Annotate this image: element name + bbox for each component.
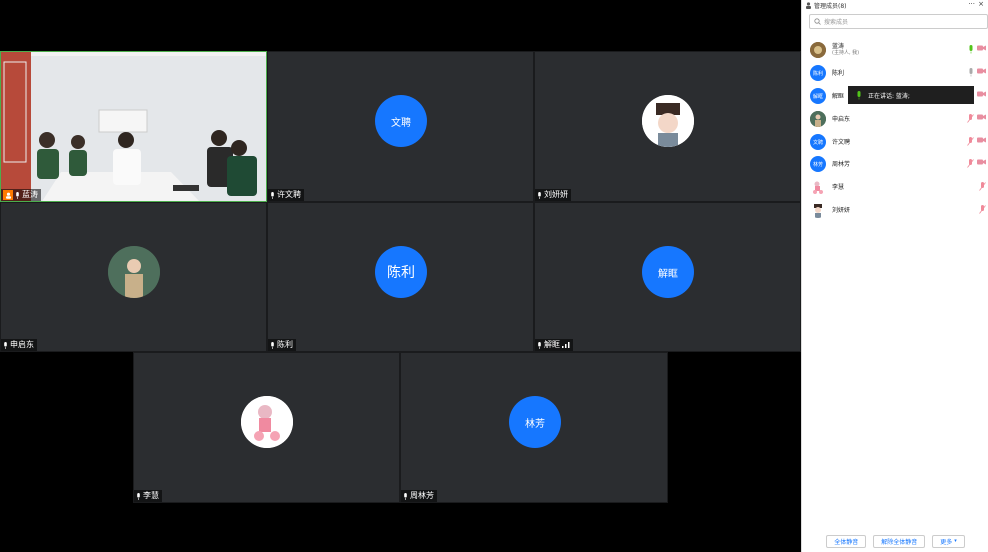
more-button[interactable]: 更多 ▾ (932, 534, 965, 548)
tile-name-tag: 许文聘 (268, 189, 304, 201)
meeting-window: 蓝涛 文聘 许文聘 刘妍妍 申启东 陈利 陈利 解眶 解眶 李慧 林芳 周林芳 … (0, 0, 988, 552)
avatar: 林芳 (509, 396, 561, 448)
mic-icon[interactable] (968, 68, 974, 77)
member-avatar (810, 179, 826, 195)
mic-speaking-icon (857, 90, 861, 99)
member-avatar (810, 202, 826, 218)
member-avatar: 文聘 (810, 134, 826, 150)
tile-name: 周林芳 (410, 491, 434, 500)
member-item[interactable]: 林芳 周林芳 (810, 155, 986, 173)
video-tile[interactable]: 李慧 (133, 352, 400, 503)
member-avatar: 陈利 (810, 65, 826, 81)
tile-name-tag: 解眶 (535, 339, 573, 351)
member-name: 许文聘 (832, 138, 851, 146)
tile-name: 申启东 (10, 340, 34, 349)
member-name: 陈利 (832, 69, 845, 77)
member-role: (主持人, 我) (832, 50, 860, 56)
mic-icon (271, 191, 274, 199)
mic-muted-icon[interactable] (979, 205, 986, 214)
member-name: 解眶 (832, 92, 845, 100)
search-input[interactable]: 搜索成员 (809, 14, 988, 29)
person-icon (806, 1, 811, 9)
mic-icon (404, 492, 407, 500)
avatar (642, 95, 694, 147)
mic-icon (271, 341, 274, 349)
tile-name-tag: 陈利 (268, 339, 296, 351)
mic-icon (4, 341, 7, 349)
mic-icon (538, 341, 541, 349)
tile-name-tag: 蓝涛 (1, 189, 41, 201)
mic-icon (538, 191, 541, 199)
member-item[interactable]: 文聘 许文聘 (810, 133, 986, 151)
avatar (241, 396, 293, 448)
camera-icon[interactable] (977, 137, 986, 143)
chevron-down-icon: ▾ (954, 538, 957, 544)
video-tile[interactable]: 陈利 陈利 (267, 202, 534, 352)
camera-feed (1, 52, 266, 201)
tile-name-tag: 申启东 (1, 339, 37, 351)
camera-icon[interactable] (977, 68, 986, 74)
signal-icon (562, 342, 570, 348)
video-tile[interactable]: 解眶 解眶 (534, 202, 801, 352)
member-avatar (810, 42, 826, 58)
mute-all-button[interactable]: 全体静音 (826, 534, 867, 548)
tile-name-tag: 刘妍妍 (535, 189, 571, 201)
tile-name: 许文聘 (277, 190, 301, 199)
camera-icon[interactable] (977, 114, 986, 120)
member-avatar (810, 111, 826, 127)
member-name: 蓝涛 (832, 43, 845, 50)
search-placeholder: 搜索成员 (824, 19, 849, 26)
member-item[interactable]: 陈利 陈利 (810, 64, 986, 82)
camera-icon[interactable] (977, 91, 986, 97)
video-grid: 蓝涛 文聘 许文聘 刘妍妍 申启东 陈利 陈利 解眶 解眶 李慧 林芳 周林芳 (0, 0, 801, 552)
avatar: 文聘 (375, 95, 427, 147)
mic-muted-icon[interactable] (967, 137, 974, 146)
more-label: 更多 (940, 538, 953, 546)
member-name: 刘妍妍 (832, 206, 851, 214)
member-name: 周林芳 (832, 160, 851, 168)
tile-name: 刘妍妍 (544, 190, 568, 199)
member-item[interactable]: 李慧 (810, 178, 986, 196)
host-icon (3, 190, 13, 200)
video-tile[interactable]: 文聘 许文聘 (267, 51, 534, 202)
panel-header: 管理成员(8) ··· × (802, 0, 988, 10)
speaking-text: 正在讲话: 蓝涛; (868, 92, 910, 100)
avatar (108, 246, 160, 298)
member-panel: 管理成员(8) ··· × 搜索成员 蓝涛 (主持人, 我) 陈利 陈利 解眶 解… (801, 0, 988, 552)
search-icon (814, 18, 821, 25)
mic-icon (137, 492, 140, 500)
video-tile[interactable]: 林芳 周林芳 (400, 352, 668, 503)
tile-name-tag: 周林芳 (401, 490, 437, 502)
close-icon[interactable]: × (978, 0, 984, 9)
video-tile-host[interactable]: 蓝涛 (0, 51, 267, 202)
speaking-tooltip: 正在讲话: 蓝涛; (848, 86, 974, 104)
panel-footer: 全体静音 解除全体静音 更多 ▾ (802, 530, 988, 552)
tile-name: 李慧 (143, 491, 159, 500)
tile-name: 陈利 (277, 340, 293, 349)
camera-icon[interactable] (977, 45, 986, 51)
unmute-all-button[interactable]: 解除全体静音 (873, 534, 926, 548)
tile-name: 蓝涛 (22, 190, 38, 199)
video-tile[interactable]: 申启东 (0, 202, 267, 352)
more-options-icon[interactable]: ··· (968, 0, 975, 9)
mic-muted-icon[interactable] (967, 159, 974, 168)
member-item[interactable]: 申启东 (810, 110, 986, 128)
mic-icon (16, 191, 19, 199)
tile-name: 解眶 (544, 340, 560, 349)
avatar: 陈利 (375, 246, 427, 298)
tile-name-tag: 李慧 (134, 490, 162, 502)
member-avatar: 林芳 (810, 156, 826, 172)
mic-on-icon[interactable] (968, 45, 974, 54)
mic-muted-icon[interactable] (967, 114, 974, 123)
avatar: 解眶 (642, 246, 694, 298)
mic-muted-icon[interactable] (979, 182, 986, 191)
panel-title: 管理成员(8) (814, 2, 847, 10)
member-item[interactable]: 蓝涛 (主持人, 我) (810, 41, 986, 59)
member-avatar: 解眶 (810, 88, 826, 104)
camera-icon[interactable] (977, 159, 986, 165)
member-name: 申启东 (832, 115, 851, 123)
video-tile[interactable]: 刘妍妍 (534, 51, 801, 202)
member-name: 李慧 (832, 183, 845, 191)
member-item[interactable]: 刘妍妍 (810, 201, 986, 219)
